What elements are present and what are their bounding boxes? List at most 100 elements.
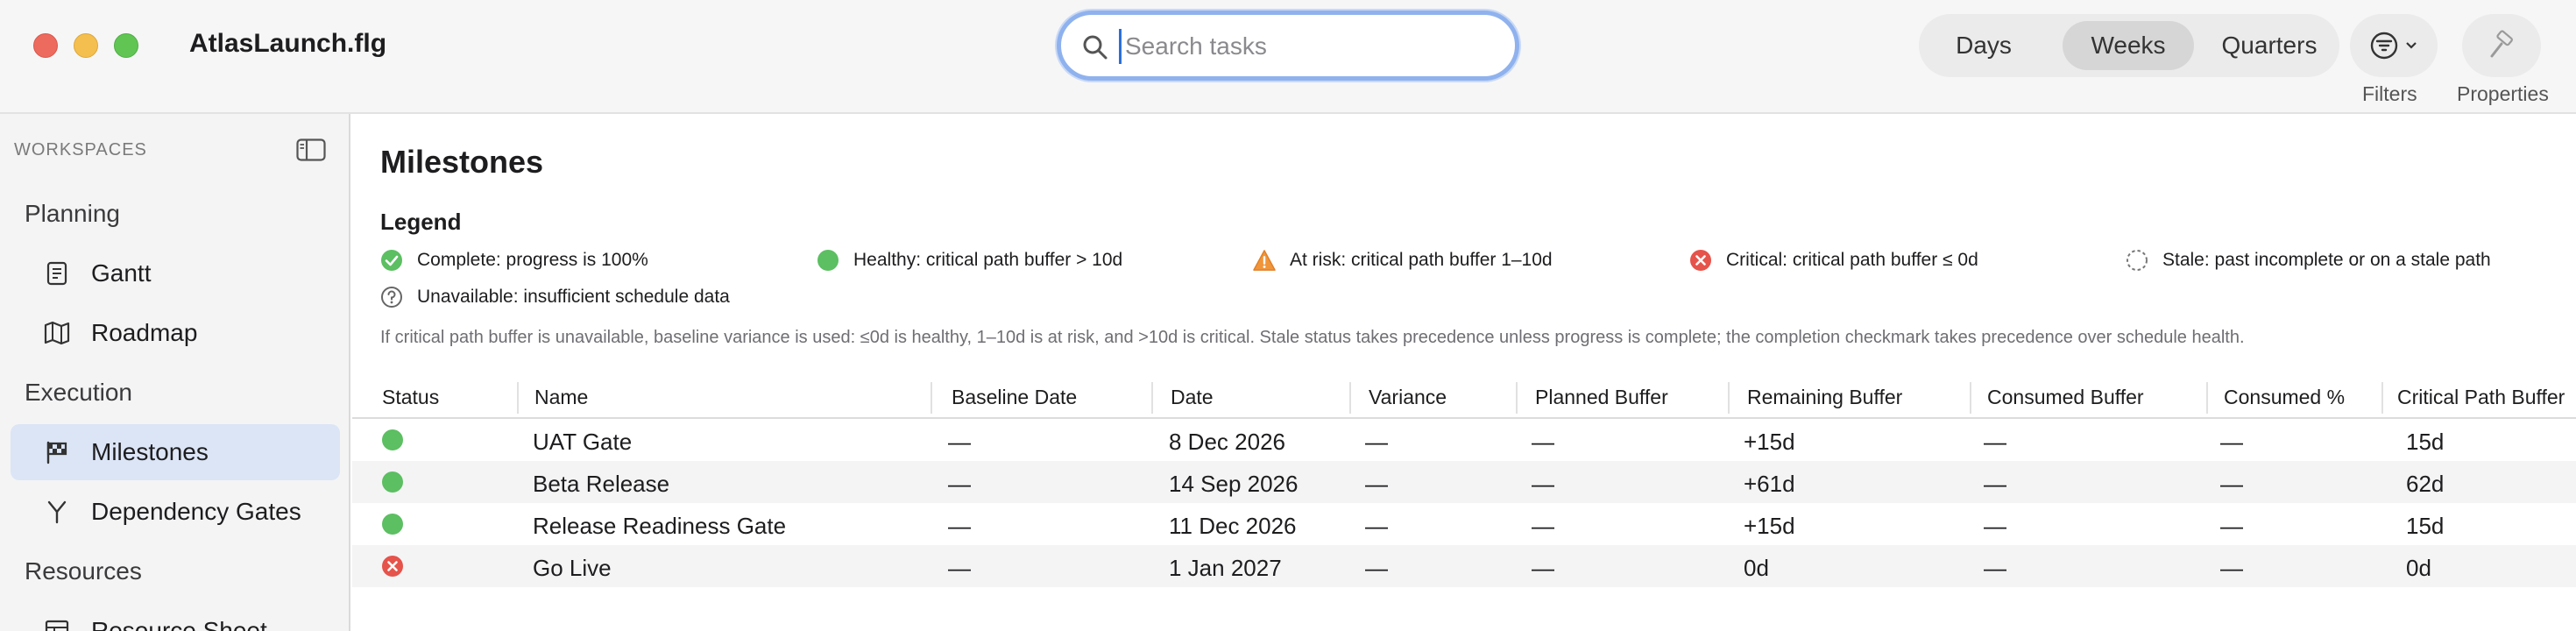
filters-button[interactable] [2350, 14, 2438, 77]
legend-item-unavailable: Unavailable: insufficient schedule data [380, 286, 730, 308]
critical-x-icon [1690, 250, 1711, 271]
cell-variance: — [1365, 471, 1388, 497]
sidebar-toggle-icon[interactable] [296, 138, 326, 161]
chevron-down-icon [2406, 42, 2417, 49]
search-field[interactable] [1057, 11, 1519, 81]
column-divider[interactable] [1516, 382, 1518, 414]
table-row[interactable]: Go Live — 1 Jan 2027 — — 0d — — 0d [352, 545, 2576, 587]
flag-icon [46, 441, 67, 464]
column-header-variance[interactable]: Variance [1369, 386, 1447, 409]
table-icon [45, 620, 69, 631]
critical-status-icon [382, 556, 403, 577]
column-header-baseline-date[interactable]: Baseline Date [952, 386, 1077, 409]
column-header-date[interactable]: Date [1171, 386, 1214, 409]
cell-date: 8 Dec 2026 [1169, 429, 1285, 455]
sidebar-item-resource-sheet[interactable]: Resource Sheet [11, 603, 340, 631]
legend-label: Complete: progress is 100% [417, 250, 648, 270]
column-header-status[interactable]: Status [382, 386, 439, 409]
sidebar-item-gantt[interactable]: Gantt [11, 245, 340, 301]
cell-baseline-date: — [948, 471, 971, 497]
column-divider[interactable] [517, 382, 519, 414]
window-toolbar: AtlasLaunch.flg Days Weeks Quarters Filt… [0, 0, 2576, 114]
cell-planned-buffer: — [1532, 555, 1554, 581]
table-row[interactable]: UAT Gate — 8 Dec 2026 — — +15d — — 15d [352, 419, 2576, 461]
column-divider[interactable] [1151, 382, 1153, 414]
document-icon [46, 261, 67, 286]
table-row[interactable]: Beta Release — 14 Sep 2026 — — +61d — — … [352, 461, 2576, 503]
sidebar-item-label: Roadmap [91, 319, 198, 346]
column-divider[interactable] [1728, 382, 1730, 414]
question-circle-icon [381, 287, 402, 308]
segment-weeks[interactable]: Weeks [2063, 21, 2194, 70]
column-header-consumed-pct[interactable]: Consumed % [2224, 386, 2345, 409]
column-header-name[interactable]: Name [534, 386, 588, 409]
cell-remaining-buffer: +61d [1744, 471, 1795, 497]
cell-consumed-buffer: — [1984, 471, 2006, 497]
table-row[interactable]: Release Readiness Gate — 11 Dec 2026 — —… [352, 503, 2576, 545]
search-input[interactable] [1119, 29, 1487, 64]
properties-label: Properties [2457, 82, 2549, 105]
column-divider[interactable] [2381, 382, 2383, 414]
cell-name: UAT Gate [533, 429, 633, 455]
dashed-circle-icon [2127, 250, 2148, 271]
sidebar: WORKSPACES Planning Gantt Roadmap Execut… [0, 114, 350, 631]
legend-item-stale: Stale: past incomplete or on a stale pat… [2126, 249, 2491, 272]
cell-date: 11 Dec 2026 [1169, 513, 1297, 539]
column-header-planned-buffer[interactable]: Planned Buffer [1535, 386, 1668, 409]
column-divider[interactable] [931, 382, 932, 414]
cell-remaining-buffer: +15d [1744, 429, 1795, 455]
table-header: Status Name Baseline Date Date Variance … [352, 377, 2576, 419]
properties-button[interactable] [2462, 14, 2541, 77]
legend-item-critical: Critical: critical path buffer ≤ 0d [1689, 249, 1978, 272]
column-header-remaining-buffer[interactable]: Remaining Buffer [1747, 386, 1902, 409]
map-icon [44, 321, 70, 345]
cell-critical-path-buffer: 15d [2406, 429, 2445, 455]
zoom-window-button[interactable] [114, 33, 138, 58]
cell-baseline-date: — [948, 429, 971, 455]
segment-quarters[interactable]: Quarters [2206, 21, 2332, 70]
legend-title: Legend [380, 209, 462, 235]
cell-consumed-pct: — [2220, 513, 2243, 539]
column-divider[interactable] [2206, 382, 2208, 414]
legend-item-healthy: Healthy: critical path buffer > 10d [817, 249, 1122, 272]
cell-planned-buffer: — [1532, 429, 1554, 455]
cell-consumed-buffer: — [1984, 513, 2006, 539]
sidebar-section-planning: Planning [25, 200, 120, 227]
cell-name: Beta Release [533, 471, 670, 497]
sidebar-header: WORKSPACES [14, 140, 147, 160]
cell-critical-path-buffer: 15d [2406, 513, 2445, 539]
close-window-button[interactable] [33, 33, 58, 58]
healthy-status-icon [382, 514, 403, 535]
segment-days[interactable]: Days [1929, 21, 2038, 70]
legend-label: Stale: past incomplete or on a stale pat… [2162, 250, 2491, 270]
timescale-segmented-control: Days Weeks Quarters [1919, 14, 2339, 77]
sidebar-section-execution: Execution [25, 379, 132, 406]
cell-consumed-pct: — [2220, 429, 2243, 455]
filter-icon [2370, 32, 2398, 60]
cell-remaining-buffer: 0d [1744, 555, 1769, 581]
sidebar-item-label: Dependency Gates [91, 498, 301, 525]
page-title: Milestones [380, 144, 544, 180]
cell-consumed-pct: — [2220, 471, 2243, 497]
sidebar-item-dependency-gates[interactable]: Dependency Gates [11, 484, 340, 540]
cell-baseline-date: — [948, 513, 971, 539]
sidebar-item-roadmap[interactable]: Roadmap [11, 305, 340, 361]
main-content: Milestones Legend Complete: progress is … [352, 114, 2576, 631]
minimize-window-button[interactable] [74, 33, 98, 58]
green-dot-icon [817, 250, 839, 271]
sidebar-item-label: Milestones [91, 438, 209, 465]
cell-variance: — [1365, 429, 1388, 455]
cell-consumed-buffer: — [1984, 555, 2006, 581]
window-title: AtlasLaunch.flg [189, 29, 387, 58]
filters-label: Filters [2362, 82, 2417, 105]
sidebar-item-milestones[interactable]: Milestones [11, 424, 340, 480]
column-divider[interactable] [1349, 382, 1351, 414]
warning-triangle-icon [1253, 250, 1276, 271]
cell-critical-path-buffer: 0d [2406, 555, 2431, 581]
legend-item-at-risk: At risk: critical path buffer 1–10d [1253, 249, 1553, 272]
legend-label: Unavailable: insufficient schedule data [417, 287, 730, 307]
column-divider[interactable] [1970, 382, 1971, 414]
column-header-consumed-buffer[interactable]: Consumed Buffer [1987, 386, 2144, 409]
legend-label: At risk: critical path buffer 1–10d [1290, 250, 1553, 270]
column-header-critical-path-buffer[interactable]: Critical Path Buffer [2397, 386, 2565, 409]
